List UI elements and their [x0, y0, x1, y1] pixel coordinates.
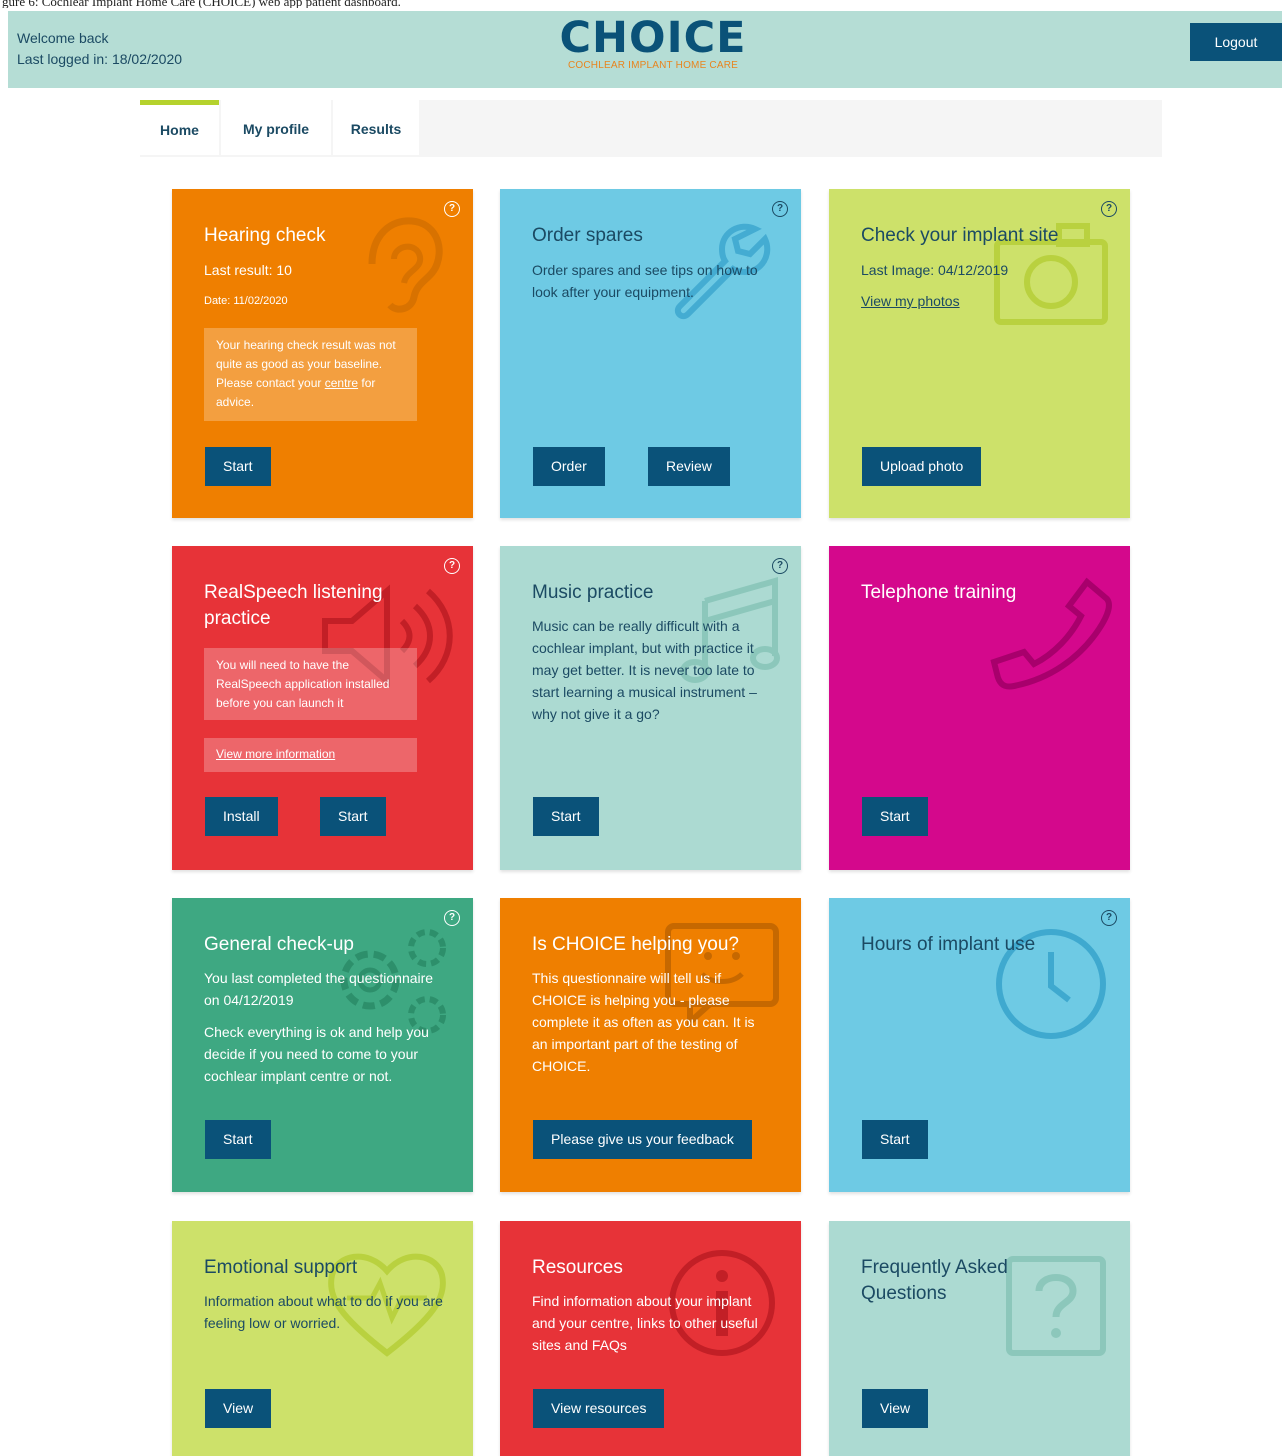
view-photos-link[interactable]: View my photos	[861, 290, 1106, 312]
review-button[interactable]: Review	[648, 447, 730, 486]
last-result-text: Last result: 10	[204, 262, 292, 278]
welcome-text: Welcome back	[17, 30, 109, 46]
view-resources-button[interactable]: View resources	[533, 1389, 665, 1428]
card-description: Check everything is ok and help you deci…	[204, 1024, 429, 1084]
upload-photo-button[interactable]: Upload photo	[862, 447, 982, 486]
card-title: Hearing check	[204, 225, 326, 246]
checkup-start-button[interactable]: Start	[205, 1120, 271, 1159]
hearing-start-button[interactable]: Start	[205, 447, 271, 486]
card-title: Music practice	[532, 582, 654, 603]
tab-home[interactable]: Home	[140, 100, 219, 155]
implant-site-card: ? Check your implant site Last Image: 04…	[829, 189, 1130, 518]
card-title: Is CHOICE helping you?	[532, 934, 739, 955]
hearing-check-card: ? Hearing check Last result: 10 Date: 11…	[172, 189, 473, 518]
emotional-support-card: Emotional support Information about what…	[172, 1221, 473, 1456]
welcome-block: Welcome back Last logged in: 18/02/2020	[17, 28, 182, 70]
tab-results[interactable]: Results	[333, 100, 419, 155]
card-description: Find information about your implant and …	[532, 1293, 758, 1353]
emotional-view-button[interactable]: View	[205, 1389, 272, 1428]
hours-implant-use-card: ? Hours of implant use Start	[829, 898, 1130, 1192]
help-icon[interactable]: ?	[444, 201, 460, 217]
music-practice-card: ? Music practice Music can be really dif…	[500, 546, 801, 870]
install-required-note: You will need to have the RealSpeech app…	[204, 648, 417, 720]
tab-my-profile[interactable]: My profile	[221, 100, 331, 155]
general-checkup-card: ? General check-up You last completed th…	[172, 898, 473, 1192]
view-more-info-link[interactable]: View more information	[216, 747, 335, 761]
logo-tagline: COCHLEAR IMPLANT HOME CARE	[567, 60, 739, 71]
view-photos-text[interactable]: View my photos	[861, 293, 960, 309]
card-title: General check-up	[204, 934, 354, 955]
help-icon[interactable]: ?	[772, 201, 788, 217]
centre-link[interactable]: centre	[325, 376, 358, 390]
logout-button[interactable]: Logout	[1190, 23, 1282, 61]
resources-card: Resources Find information about your im…	[500, 1221, 801, 1456]
card-title: Order spares	[532, 225, 643, 246]
choice-helping-card: Is CHOICE helping you? This questionnair…	[500, 898, 801, 1192]
card-title: Emotional support	[204, 1257, 358, 1278]
hours-start-button[interactable]: Start	[862, 1120, 928, 1159]
choice-logo[interactable]: CHOICE COCHLEAR IMPLANT HOME CARE	[558, 14, 748, 76]
realspeech-card: ? RealSpeech listening practice You will…	[172, 546, 473, 870]
card-title: Hours of implant use	[861, 934, 1036, 955]
telephone-start-button[interactable]: Start	[862, 797, 928, 836]
help-icon[interactable]: ?	[1101, 201, 1117, 217]
card-title: Resources	[532, 1257, 623, 1278]
realspeech-start-button[interactable]: Start	[320, 797, 386, 836]
card-description: Music can be really difficult with a coc…	[532, 618, 757, 722]
last-completed-text: You last completed the questionnaire on …	[204, 970, 434, 1008]
result-date-text: Date: 11/02/2020	[204, 295, 288, 307]
install-button[interactable]: Install	[205, 797, 278, 836]
app-header: Welcome back Last logged in: 18/02/2020 …	[8, 11, 1282, 88]
order-button[interactable]: Order	[533, 447, 605, 486]
hearing-warning-note: Your hearing check result was not quite …	[204, 328, 417, 421]
figure-caption: gure 6: Cochlear Implant Home Care (CHOI…	[2, 0, 401, 8]
card-title: Frequently Asked Questions	[861, 1257, 1008, 1304]
music-start-button[interactable]: Start	[533, 797, 599, 836]
card-title: Telephone training	[861, 582, 1017, 603]
logo-wordmark: CHOICE	[559, 13, 747, 63]
help-icon[interactable]: ?	[1101, 910, 1117, 926]
help-icon[interactable]: ?	[444, 910, 460, 926]
faq-view-button[interactable]: View	[862, 1389, 929, 1428]
order-spares-card: ? Order spares Order spares and see tips…	[500, 189, 801, 518]
tab-bar: Home My profile Results	[140, 100, 1162, 157]
telephone-training-card: Telephone training Start	[829, 546, 1130, 870]
card-title: Check your implant site	[861, 225, 1059, 246]
card-title: RealSpeech listening practice	[204, 582, 383, 629]
card-description: Order spares and see tips on how to look…	[532, 262, 758, 300]
more-info-box[interactable]: View more information	[204, 738, 417, 772]
faq-card: Frequently Asked Questions View	[829, 1221, 1130, 1456]
feedback-button[interactable]: Please give us your feedback	[533, 1120, 752, 1159]
last-image-text: Last Image: 04/12/2019	[861, 262, 1009, 278]
last-login-text: Last logged in: 18/02/2020	[17, 51, 183, 67]
card-description: This questionnaire will tell us if CHOIC…	[532, 970, 755, 1074]
help-icon[interactable]: ?	[444, 558, 460, 574]
card-description: Information about what to do if you are …	[204, 1293, 443, 1331]
help-icon[interactable]: ?	[772, 558, 788, 574]
